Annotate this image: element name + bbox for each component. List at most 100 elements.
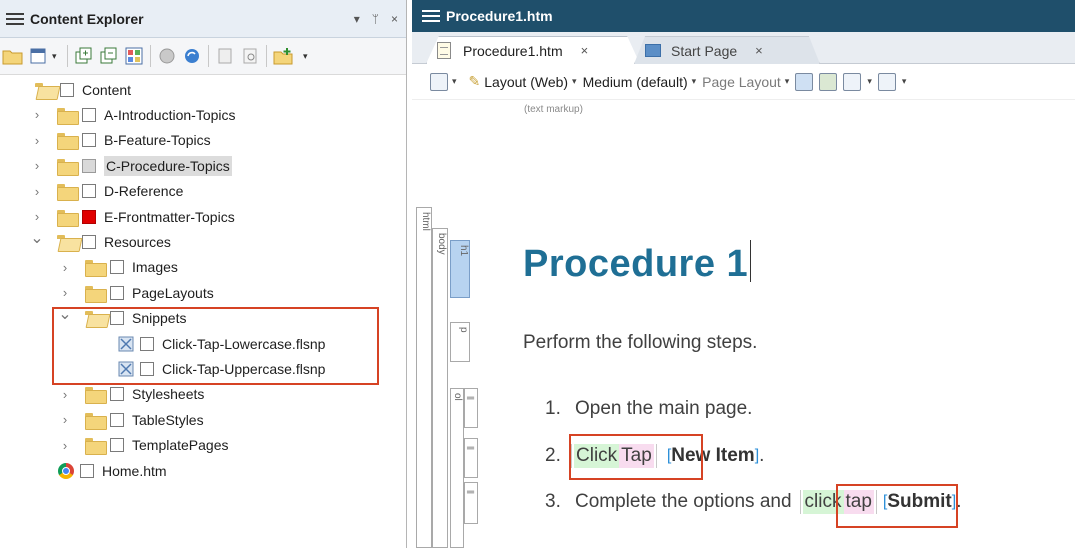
chevron-down-icon[interactable]: ▾ (867, 76, 872, 87)
tree-item[interactable]: › PageLayouts (58, 280, 214, 305)
tree-item[interactable]: Content (34, 77, 131, 102)
structure-bar-html[interactable]: html (416, 207, 432, 548)
editor-tabs: Procedure1.htm × Start Page × (412, 32, 1075, 64)
open-folder-icon[interactable] (2, 45, 24, 67)
chevron-right-icon[interactable]: › (30, 184, 44, 199)
zoom-button[interactable]: ▾ (430, 72, 457, 91)
structure-bar-li[interactable]: ═ (464, 482, 478, 524)
toolbar-separator (150, 45, 151, 67)
menu-icon[interactable] (6, 12, 24, 25)
editor-panel: Procedure1.htm Procedure1.htm × Start Pa… (412, 0, 1075, 548)
chevron-right-icon[interactable]: › (30, 107, 44, 122)
structure-bar-h1[interactable]: h1 (450, 240, 470, 298)
track-changes-icon: ✎ (468, 73, 481, 89)
tree-item[interactable]: Home.htm (58, 458, 167, 483)
editor-toolbar: ▾ ✎ Layout (Web) ▾ Medium (default) ▾ Pa… (412, 64, 1075, 100)
new-folder-icon[interactable] (272, 45, 294, 67)
view-dropdown-icon[interactable]: ▾ (52, 51, 62, 62)
refresh-icon[interactable] (181, 45, 203, 67)
chevron-right-icon[interactable]: › (58, 260, 72, 275)
open-folder-icon (56, 234, 78, 250)
close-tab-icon[interactable]: × (755, 43, 763, 58)
structure-bar-ol[interactable]: ol (450, 388, 464, 548)
dropdown-icon[interactable]: ▾ (354, 12, 360, 26)
structure-bar-body[interactable]: body (432, 228, 448, 548)
tree-item[interactable]: › Stylesheets (58, 382, 204, 407)
tree-item[interactable]: › A-Introduction-Topics (30, 102, 236, 127)
tree-checkbox[interactable] (82, 209, 96, 224)
pin-icon[interactable]: ᛘ (372, 12, 379, 26)
li-marker-icon: ═ (467, 443, 475, 454)
folder-icon (84, 386, 107, 405)
structure-bar-li[interactable]: ═ (464, 438, 478, 478)
tree-checkbox[interactable] (82, 184, 96, 199)
layout-dropdown[interactable]: ✎ Layout (Web) ▾ (469, 73, 577, 90)
multimedia-icon[interactable] (156, 45, 178, 67)
medium-dropdown[interactable]: Medium (default) ▾ (583, 74, 697, 90)
chevron-down-icon[interactable]: ▾ (902, 76, 907, 87)
chevron-down-icon[interactable]: ⌄ (30, 228, 44, 248)
chevron-right-icon[interactable]: › (58, 285, 72, 300)
show-blocks-icon[interactable] (843, 72, 862, 91)
tree-checkbox[interactable] (110, 260, 124, 275)
tree-checkbox[interactable] (82, 234, 96, 249)
tree-checkbox[interactable] (82, 158, 96, 173)
close-icon[interactable]: × (391, 12, 398, 26)
tree-item[interactable]: › Images (58, 255, 178, 280)
tree-checkbox[interactable] (110, 387, 124, 402)
conditions-icon[interactable] (877, 72, 896, 91)
properties-icon[interactable] (214, 45, 236, 67)
structure-bar-p[interactable]: p (450, 322, 470, 362)
page-layout-dropdown[interactable]: Page Layout ▾ (702, 74, 789, 90)
show-tags-icon[interactable] (795, 72, 814, 91)
menu-icon[interactable] (422, 10, 440, 22)
close-tab-icon[interactable]: × (581, 43, 589, 58)
document-intro[interactable]: Perform the following steps. (523, 332, 757, 354)
list-number: 3. (545, 491, 561, 512)
tree-item[interactable]: › D-Reference (30, 179, 183, 204)
chevron-right-icon[interactable]: › (58, 438, 72, 453)
tree-checkbox[interactable] (110, 412, 124, 427)
tree-item[interactable]: › B-Feature-Topics (30, 128, 211, 153)
text-cursor (750, 240, 752, 282)
tree-checkbox[interactable] (110, 438, 124, 453)
tree-item[interactable]: ⌄ Resources (30, 229, 171, 254)
li-marker-icon: ═ (467, 487, 475, 498)
tree-item[interactable]: › TemplatePages (58, 433, 229, 458)
tree-checkbox[interactable] (82, 107, 96, 122)
chevron-right-icon[interactable]: › (30, 158, 44, 173)
tree-item[interactable]: › TableStyles (58, 407, 204, 432)
tree-checkbox[interactable] (82, 133, 96, 148)
list-item[interactable]: 1. Open the main page. (545, 398, 752, 420)
overflow-icon[interactable]: ▾ (303, 51, 313, 62)
medium-label: Medium (default) (582, 73, 688, 90)
tab-start-page[interactable]: Start Page × (634, 36, 820, 64)
show-markers-icon[interactable] (819, 72, 838, 91)
tree-checkbox[interactable] (60, 82, 74, 97)
collapse-all-icon[interactable] (98, 45, 120, 67)
document-heading[interactable]: Procedure 1 (523, 240, 752, 286)
view-icon[interactable] (27, 45, 49, 67)
toolbar-separator (67, 45, 68, 67)
chevron-right-icon[interactable]: › (58, 412, 72, 427)
folder-icon (84, 259, 107, 278)
structure-bar-h1-label: h1 (458, 245, 469, 257)
toolbar-separator (266, 45, 267, 67)
explorer-toolbar: ▾ ▾ (0, 38, 406, 75)
expand-all-icon[interactable] (73, 45, 95, 67)
folder-icon (84, 285, 107, 303)
chevron-right-icon[interactable]: › (30, 209, 44, 224)
chevron-right-icon[interactable]: › (58, 387, 72, 402)
structure-bar-li[interactable]: ═ (464, 388, 478, 428)
tree-checkbox[interactable] (80, 463, 94, 478)
tab-procedure1[interactable]: Procedure1.htm × (426, 36, 640, 64)
tree-item[interactable]: › E-Frontmatter-Topics (30, 204, 235, 229)
chevron-right-icon[interactable]: › (30, 133, 44, 148)
preview-icon[interactable] (239, 45, 261, 67)
folder-icon (56, 107, 79, 125)
grid-view-icon[interactable] (123, 45, 145, 67)
folder-icon (56, 209, 79, 227)
tree-checkbox[interactable] (110, 285, 124, 300)
tree-item-label: C-Procedure-Topics (104, 155, 232, 176)
tree-item[interactable]: › C-Procedure-Topics (30, 153, 232, 178)
